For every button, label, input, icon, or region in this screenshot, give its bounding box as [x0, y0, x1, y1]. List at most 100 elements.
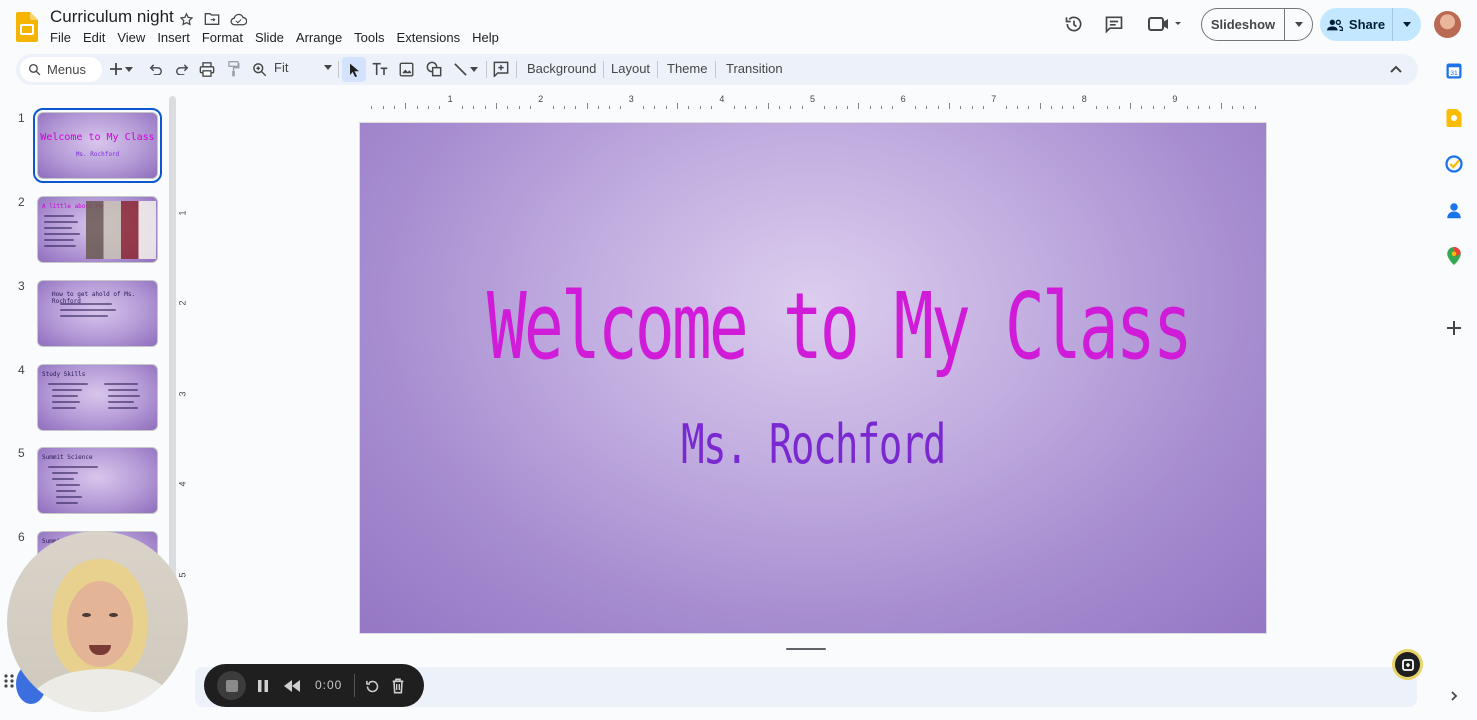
maps-icon[interactable]: [1444, 246, 1464, 266]
filmstrip-scrollbar[interactable]: [169, 96, 176, 641]
share-dropdown-icon[interactable]: [1393, 8, 1421, 41]
comments-icon[interactable]: [1102, 12, 1126, 36]
ruler-tick: [835, 106, 837, 109]
ruler-tick: [982, 106, 984, 109]
line-dropdown-icon[interactable]: [469, 60, 479, 78]
collapse-toolbar-icon[interactable]: [1387, 60, 1405, 78]
slide-canvas[interactable]: Welcome to My Class Ms. Rochford: [360, 123, 1266, 633]
slide-number: 1: [18, 111, 25, 125]
ruler-tick: [1243, 106, 1245, 109]
slide-thumbnail-3[interactable]: How to get ahold of Ms. Rochford: [37, 280, 158, 347]
menu-slide[interactable]: Slide: [249, 29, 290, 46]
toolbar-divider: [657, 61, 658, 78]
ruler-tick: [507, 106, 509, 109]
zoom-select[interactable]: Fit: [274, 60, 332, 75]
notes-resize-handle[interactable]: [786, 648, 826, 650]
layout-button[interactable]: Layout: [611, 61, 650, 76]
slide-title[interactable]: Welcome to My Class: [487, 273, 1193, 380]
menu-file[interactable]: File: [44, 29, 77, 46]
tasks-icon[interactable]: [1444, 154, 1464, 174]
recorder-launcher-icon[interactable]: [1395, 652, 1420, 677]
ruler-tick: [1005, 106, 1007, 109]
new-slide-dropdown-icon[interactable]: [124, 60, 134, 78]
share-button[interactable]: Share: [1320, 8, 1421, 41]
background-button[interactable]: Background: [527, 61, 596, 76]
shape-icon[interactable]: [425, 60, 443, 78]
expand-side-panel-icon[interactable]: [1446, 688, 1462, 704]
move-folder-icon[interactable]: [203, 10, 221, 28]
webcam-preview[interactable]: [7, 531, 188, 712]
ruler-tick: [461, 106, 463, 109]
paint-format-icon[interactable]: [224, 60, 242, 78]
ruler-tick: [654, 106, 656, 109]
slide-thumbnail-2[interactable]: A little about Me...: [37, 196, 158, 263]
menu-bar: File Edit View Insert Format Slide Arran…: [44, 29, 505, 46]
line-icon[interactable]: [451, 60, 469, 78]
undo-icon[interactable]: [147, 60, 165, 78]
ruler-tick: [1016, 106, 1018, 109]
ruler-tick: [563, 106, 565, 109]
toolbar-divider: [603, 61, 604, 78]
new-slide-icon[interactable]: [107, 60, 125, 78]
meet-video-icon[interactable]: [1147, 12, 1185, 36]
calendar-icon[interactable]: 31: [1444, 61, 1464, 81]
menu-insert[interactable]: Insert: [151, 29, 196, 46]
cloud-status-icon[interactable]: [229, 10, 247, 28]
menu-help[interactable]: Help: [466, 29, 505, 46]
restart-icon[interactable]: [363, 677, 381, 695]
add-comment-icon[interactable]: [492, 60, 510, 78]
toolbar-divider: [338, 61, 339, 78]
document-title[interactable]: Curriculum night: [50, 7, 174, 27]
slideshow-dropdown-icon[interactable]: [1285, 9, 1312, 40]
star-icon[interactable]: [177, 10, 195, 28]
menu-arrange[interactable]: Arrange: [290, 29, 348, 46]
keep-icon[interactable]: [1444, 108, 1464, 128]
toolbar-divider: [715, 61, 716, 78]
ruler-tick: [393, 106, 395, 109]
ruler-tick: [914, 106, 916, 109]
ruler-tick: [779, 106, 781, 109]
drag-handle-icon[interactable]: [3, 673, 15, 689]
account-avatar[interactable]: [1434, 11, 1461, 38]
ruler-tick: [824, 106, 826, 109]
ruler-label: 2: [177, 300, 188, 306]
ruler-tick: [473, 106, 475, 109]
slide-thumbnail-4[interactable]: Study Skills: [37, 364, 158, 431]
print-icon[interactable]: [198, 60, 216, 78]
get-addons-icon[interactable]: [1444, 318, 1464, 338]
stop-icon: [225, 679, 238, 692]
share-people-icon: [1326, 19, 1343, 31]
menu-view[interactable]: View: [111, 29, 151, 46]
ruler-tick: [790, 106, 792, 109]
transition-button[interactable]: Transition: [726, 61, 783, 76]
menu-format[interactable]: Format: [196, 29, 249, 46]
slide-subtitle[interactable]: Ms. Rochford: [487, 413, 1139, 476]
recording-controls: 0:00: [204, 664, 424, 707]
insert-image-icon[interactable]: [397, 60, 415, 78]
menus-search[interactable]: Menus: [20, 57, 102, 82]
redo-icon[interactable]: [173, 60, 191, 78]
pause-icon[interactable]: [254, 677, 272, 695]
slideshow-button[interactable]: Slideshow: [1201, 8, 1313, 41]
ruler-tick: [643, 106, 645, 109]
contacts-icon[interactable]: [1444, 200, 1464, 220]
rewind-icon[interactable]: [283, 677, 301, 695]
select-tool-icon[interactable]: [342, 57, 366, 82]
text-box-icon[interactable]: [371, 60, 389, 78]
menu-edit[interactable]: Edit: [77, 29, 111, 46]
main-toolbar: Menus Fit Background Layout Theme Transi…: [16, 54, 1418, 85]
svg-text:31: 31: [1450, 70, 1458, 77]
theme-button[interactable]: Theme: [667, 61, 707, 76]
ruler-label: 3: [177, 391, 188, 397]
delete-icon[interactable]: [389, 677, 407, 695]
stop-recording-button[interactable]: [217, 671, 246, 700]
slide-thumbnail-5[interactable]: Summit Science: [37, 447, 158, 514]
zoom-icon[interactable]: [250, 60, 268, 78]
slides-logo-icon[interactable]: [16, 12, 38, 42]
menu-extensions[interactable]: Extensions: [391, 29, 467, 46]
menu-tools[interactable]: Tools: [348, 29, 390, 46]
version-history-icon[interactable]: [1062, 12, 1086, 36]
ruler-tick: [371, 106, 373, 109]
slide-thumbnail-1[interactable]: Welcome to My Class Ms. Rochford: [33, 108, 162, 183]
slideshow-label[interactable]: Slideshow: [1202, 9, 1285, 40]
